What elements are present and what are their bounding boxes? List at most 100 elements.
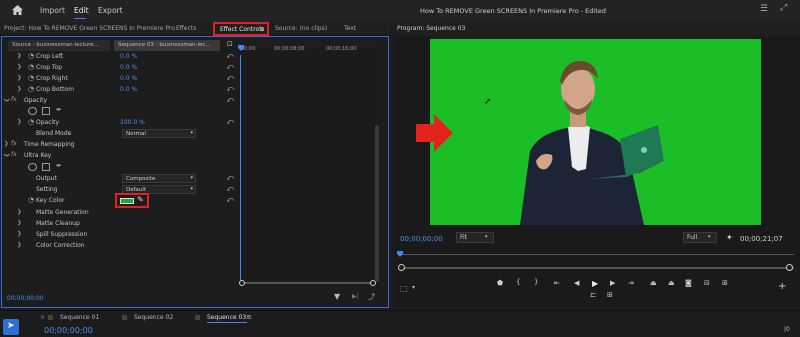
fx-icon[interactable]: fx — [11, 140, 17, 147]
property-value[interactable]: 100.0 % — [120, 119, 145, 126]
twirl-icon[interactable]: ❯ — [17, 220, 22, 226]
ellipse-mask-icon[interactable] — [28, 107, 37, 115]
fit-dropdown[interactable]: Fit ▾ — [456, 232, 494, 243]
reset-icon[interactable]: ⤺ — [227, 52, 234, 61]
stopwatch-icon[interactable]: ◔ — [28, 63, 34, 71]
row-opacity-header[interactable]: ❯ fx Opacity ⤺ — [3, 95, 236, 106]
go-to-out-icon[interactable]: ⇥ — [628, 279, 634, 287]
panel-menu-icon[interactable]: ≡ — [259, 25, 265, 33]
row-time-remapping[interactable]: ❯ fx Time Remapping — [4, 139, 236, 150]
rectangle-mask-icon[interactable] — [42, 107, 50, 115]
tab-effect-controls[interactable]: Effect Controls ≡ — [213, 22, 269, 36]
pen-mask-icon[interactable]: ✒ — [56, 106, 62, 114]
property-value[interactable]: 0.0 % — [120, 64, 137, 71]
source-clip-selector[interactable]: Source - businessman-lecture... — [8, 40, 110, 51]
fullscreen-icon[interactable]: ⤢ — [780, 3, 787, 13]
filter-icon[interactable]: ▼ — [334, 292, 340, 301]
export-frame-icon[interactable]: ◙ — [685, 279, 692, 287]
twirl-open-icon[interactable]: ❯ — [3, 98, 9, 103]
program-playhead-icon[interactable] — [397, 251, 403, 257]
property-value[interactable]: 0.0 % — [120, 86, 137, 93]
tab-source[interactable]: Source: (no clips) — [275, 25, 327, 32]
play-icon[interactable]: ▶ — [592, 279, 598, 288]
row-color-correction[interactable]: ❯ Color Correction — [4, 240, 236, 251]
stopwatch-icon[interactable]: ◔ — [28, 196, 34, 204]
playhead-icon[interactable] — [238, 45, 244, 51]
property-value[interactable]: 0.0 % — [120, 53, 137, 60]
rectangle-mask-icon[interactable] — [42, 163, 50, 171]
export-frame-icon[interactable]: ⤴ — [368, 292, 375, 302]
reset-icon[interactable]: ⤺ — [227, 85, 234, 94]
tab-sequence-02[interactable]: Sequence 02 — [134, 314, 173, 321]
reset-icon[interactable]: ⤺ — [227, 118, 234, 127]
menu-import[interactable]: Import — [40, 6, 65, 15]
selection-tool-icon[interactable]: ➤ — [3, 319, 19, 335]
safe-margins-icon[interactable]: ⬚ — [400, 284, 408, 293]
go-to-in-icon[interactable]: ⇤ — [554, 279, 560, 287]
button-editor-icon[interactable]: + — [778, 281, 786, 292]
reset-icon[interactable]: ⤺ — [227, 196, 234, 205]
step-forward-icon[interactable]: ▶ — [610, 279, 615, 287]
row-spill-suppression[interactable]: ❯ Spill Suppression — [4, 229, 236, 240]
property-value[interactable]: 0.0 % — [120, 75, 137, 82]
chevron-down-icon[interactable]: ▾ — [412, 284, 415, 291]
program-timecode[interactable]: 00;00;00;00 — [400, 235, 443, 243]
twirl-icon[interactable]: ❯ — [17, 64, 22, 70]
twirl-icon[interactable]: ❯ — [17, 53, 22, 59]
reset-icon[interactable]: ⤺ — [227, 74, 234, 83]
program-zoom-bar[interactable] — [398, 264, 794, 272]
reset-icon[interactable]: ⤺ — [227, 96, 234, 105]
vertical-scrollbar[interactable] — [375, 125, 379, 282]
trim-icon[interactable]: ⊏ — [590, 291, 596, 299]
twirl-icon[interactable]: ❯ — [17, 231, 22, 237]
key-color-swatch[interactable] — [120, 198, 134, 204]
effect-controls-timecode[interactable]: 00;00;00;00 — [7, 295, 44, 302]
program-video-frame[interactable]: ➚ — [430, 39, 761, 225]
stopwatch-icon[interactable]: ◔ — [28, 118, 34, 126]
quality-dropdown[interactable]: Full ▾ — [683, 232, 717, 243]
tab-sequence-01[interactable]: Sequence 01 — [60, 314, 99, 321]
multicam-icon[interactable]: ⊞ — [607, 291, 613, 299]
play-audio-icon[interactable]: ▶| — [352, 293, 359, 300]
fx-icon[interactable]: fx — [11, 151, 17, 158]
comparison-view-icon[interactable]: ⊟ — [704, 279, 710, 287]
tab-effects[interactable]: Effects — [176, 25, 196, 32]
output-dropdown[interactable]: Composite ▾ — [122, 174, 196, 183]
reset-icon[interactable]: ⤺ — [227, 63, 234, 72]
step-back-icon[interactable]: ◀ — [574, 279, 579, 287]
stopwatch-icon[interactable]: ◔ — [28, 52, 34, 60]
stopwatch-icon[interactable]: ◔ — [28, 85, 34, 93]
stopwatch-icon[interactable]: ◔ — [28, 74, 34, 82]
row-matte-generation[interactable]: ❯ Matte Generation — [4, 207, 236, 218]
program-ruler[interactable] — [397, 251, 794, 259]
tab-sequence-03[interactable]: Sequence 03 — [207, 314, 246, 321]
twirl-icon[interactable]: ❯ — [17, 75, 22, 81]
menu-export[interactable]: Export — [98, 6, 123, 15]
wrench-icon[interactable]: ✦ — [726, 233, 733, 242]
program-monitor-title[interactable]: Program: Sequence 03 — [397, 25, 465, 32]
extract-icon[interactable]: ⏏ — [668, 279, 675, 287]
timeline-timecode[interactable]: 00;00;00;00 — [44, 326, 93, 335]
fx-icon[interactable]: fx — [11, 96, 17, 103]
row-matte-cleanup[interactable]: ❯ Matte Cleanup — [4, 218, 236, 229]
menu-edit[interactable]: Edit — [74, 6, 89, 15]
effect-controls-ruler[interactable]: 00;00 00;00;08;00 00;00;16;00 — [238, 45, 380, 55]
twirl-open-icon[interactable]: ❯ — [3, 153, 9, 158]
timeline-zoom-bar[interactable] — [239, 280, 376, 286]
add-marker-icon[interactable]: ⬟ — [497, 279, 503, 287]
home-icon[interactable] — [12, 5, 23, 15]
mark-in-icon[interactable]: { — [516, 278, 520, 286]
panel-menu-icon[interactable]: ≡ — [246, 313, 252, 321]
mark-out-icon[interactable]: } — [534, 278, 538, 286]
ellipse-mask-icon[interactable] — [28, 163, 37, 171]
reset-icon[interactable]: ⤺ — [227, 174, 234, 183]
sequence-close-icon[interactable]: × — [40, 314, 45, 321]
tab-text[interactable]: Text — [344, 25, 356, 32]
twirl-icon[interactable]: ❯ — [17, 86, 22, 92]
workspaces-icon[interactable]: ☰ — [760, 4, 768, 14]
eyedropper-icon[interactable]: ✎ — [137, 195, 144, 204]
blend-mode-dropdown[interactable]: Normal ▾ — [122, 129, 196, 138]
effect-controls-timeline[interactable] — [238, 47, 380, 287]
twirl-icon[interactable]: ❯ — [17, 119, 22, 125]
twirl-icon[interactable]: ❯ — [17, 242, 22, 248]
